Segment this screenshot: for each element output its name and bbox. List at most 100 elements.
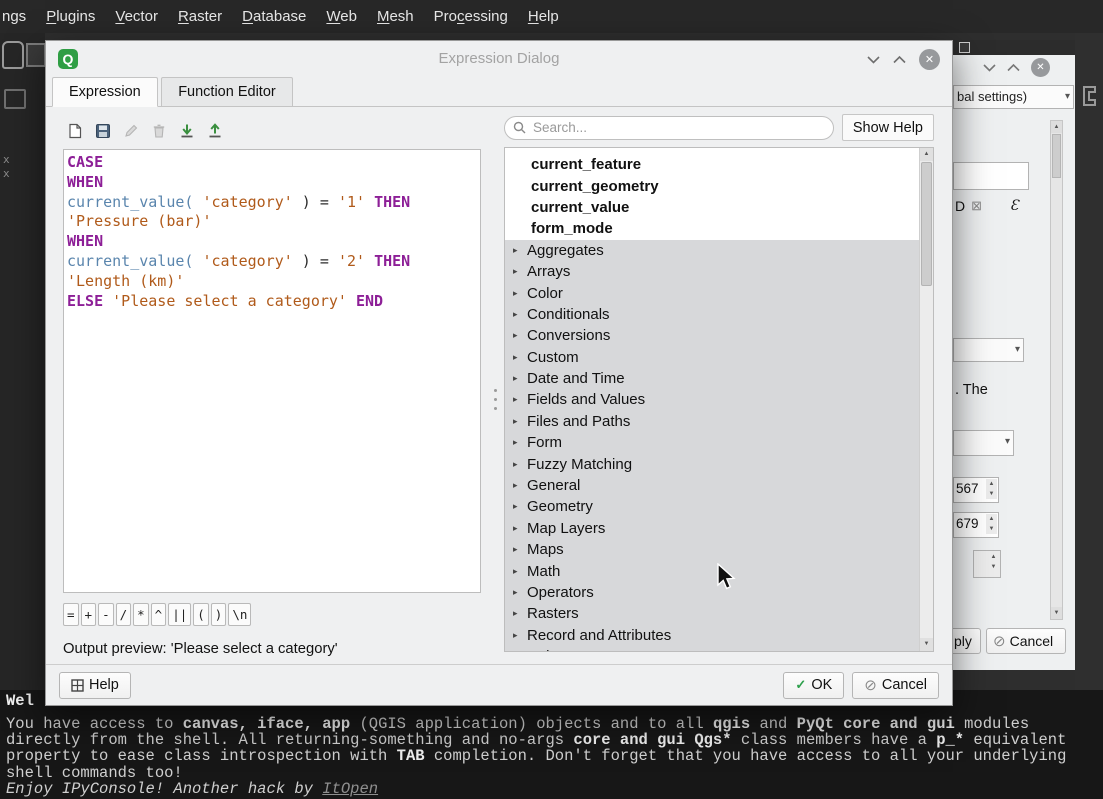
- close-icon[interactable]: ✕: [1031, 58, 1050, 77]
- operator-button[interactable]: ): [211, 603, 227, 626]
- global-settings-dropdown[interactable]: bal settings) ▾: [953, 85, 1074, 109]
- function-group[interactable]: ▸Files and Paths: [505, 411, 920, 432]
- expand-icon: ▸: [513, 416, 527, 427]
- scroll-thumb[interactable]: [921, 162, 932, 286]
- chevron-down-icon[interactable]: [983, 59, 996, 77]
- function-group[interactable]: ▸Geometry: [505, 496, 920, 517]
- tab-function-editor[interactable]: Function Editor: [161, 77, 293, 107]
- unshade-button[interactable]: [893, 51, 906, 69]
- expression-editor[interactable]: CASEWHENcurrent_value( 'category' ) = '1…: [63, 149, 481, 593]
- help-button[interactable]: Help: [59, 672, 131, 699]
- expand-icon: ▸: [513, 352, 527, 363]
- tab-expression[interactable]: Expression: [52, 77, 158, 107]
- operator-button[interactable]: +: [81, 603, 97, 626]
- function-group[interactable]: ▸Arrays: [505, 261, 920, 282]
- background-text-field[interactable]: [953, 162, 1029, 190]
- function-group[interactable]: ▸Map Layers: [505, 518, 920, 539]
- menu-item-help[interactable]: Help: [518, 0, 569, 33]
- shade-button[interactable]: [867, 51, 880, 69]
- menu-item-database[interactable]: Database: [232, 0, 316, 33]
- background-combo[interactable]: ▾: [953, 338, 1024, 362]
- search-icon: [513, 121, 526, 134]
- scroll-down-icon[interactable]: ▼: [1051, 607, 1062, 619]
- delete-expression-button[interactable]: [147, 119, 171, 143]
- cancel-button[interactable]: ⊘ Cancel: [852, 672, 939, 699]
- console-line: directly from the shell. All returning-s…: [6, 732, 1103, 748]
- show-help-button[interactable]: Show Help: [842, 114, 934, 141]
- scroll-thumb[interactable]: [1052, 134, 1061, 178]
- scroll-down-button[interactable]: ▼: [920, 638, 933, 651]
- operator-button[interactable]: *: [133, 603, 149, 626]
- splitter-handle[interactable]: [492, 379, 498, 419]
- apply-button[interactable]: ply: [953, 628, 981, 654]
- operator-button[interactable]: ^: [151, 603, 167, 626]
- function-group[interactable]: ▸Aggregates: [505, 240, 920, 261]
- function-item[interactable]: form_mode: [505, 218, 920, 239]
- background-scrollbar[interactable]: ▲ ▼: [1050, 120, 1063, 620]
- function-group[interactable]: ▸Custom: [505, 347, 920, 368]
- function-group[interactable]: ▸Maps: [505, 539, 920, 560]
- function-group[interactable]: ▸Date and Time: [505, 368, 920, 389]
- menu-item-ngs[interactable]: ngs: [0, 0, 36, 33]
- close-icon: ✕: [925, 53, 934, 66]
- chevron-up-icon[interactable]: [1007, 59, 1020, 77]
- background-combo[interactable]: ▾: [953, 430, 1014, 456]
- function-group[interactable]: ▸Fuzzy Matching: [505, 453, 920, 474]
- function-group[interactable]: ▸String: [505, 646, 920, 651]
- menu-item-mesh[interactable]: Mesh: [367, 0, 424, 33]
- function-group[interactable]: ▸Fields and Values: [505, 389, 920, 410]
- menu-item-raster[interactable]: Raster: [168, 0, 232, 33]
- menu-item-processing[interactable]: Processing: [424, 0, 518, 33]
- operator-button[interactable]: -: [98, 603, 114, 626]
- menu-item-vector[interactable]: Vector: [105, 0, 168, 33]
- expand-icon: ▸: [513, 330, 527, 341]
- operator-button[interactable]: (: [193, 603, 209, 626]
- background-cancel-button[interactable]: ⊘ Cancel: [986, 628, 1066, 654]
- pencil-icon: [123, 123, 139, 139]
- new-expression-button[interactable]: [63, 119, 87, 143]
- import-expressions-button[interactable]: [175, 119, 199, 143]
- menu-item-web[interactable]: Web: [316, 0, 367, 33]
- function-group[interactable]: ▸Record and Attributes: [505, 625, 920, 646]
- function-group[interactable]: ▸Conversions: [505, 325, 920, 346]
- menu-bar: ngsPluginsVectorRasterDatabaseWebMeshPro…: [0, 0, 1103, 33]
- function-group[interactable]: ▸Conditionals: [505, 304, 920, 325]
- ok-button[interactable]: ✓ OK: [783, 672, 844, 699]
- dialog-titlebar[interactable]: Q Expression Dialog ✕: [46, 41, 952, 77]
- close-button[interactable]: ✕: [919, 49, 940, 70]
- function-list-scrollbar[interactable]: ▲ ▼: [919, 148, 933, 651]
- expand-icon: ▸: [513, 309, 527, 320]
- operator-button[interactable]: =: [63, 603, 79, 626]
- console-line: Enjoy IPyConsole! Another hack by ItOpen: [6, 781, 1103, 797]
- edit-expression-button[interactable]: [119, 119, 143, 143]
- export-expressions-button[interactable]: [203, 119, 227, 143]
- scroll-up-button[interactable]: ▲: [920, 148, 933, 161]
- function-group[interactable]: ▸Form: [505, 432, 920, 453]
- search-input[interactable]: [531, 119, 825, 136]
- function-item[interactable]: current_value: [505, 197, 920, 218]
- expand-icon: ▸: [513, 266, 527, 277]
- scroll-up-icon[interactable]: ▲: [1051, 121, 1062, 133]
- menu-item-plugins[interactable]: Plugins: [36, 0, 105, 33]
- clear-field-icon[interactable]: ⊠: [971, 198, 982, 214]
- function-item[interactable]: current_geometry: [505, 175, 920, 196]
- spinbox-arrows[interactable]: ▲▼: [973, 550, 1001, 578]
- cancel-icon: ⊘: [993, 632, 1006, 650]
- expand-icon: ▸: [513, 501, 527, 512]
- operator-button[interactable]: /: [116, 603, 132, 626]
- function-group[interactable]: ▸Operators: [505, 582, 920, 603]
- operator-button[interactable]: \n: [228, 603, 251, 626]
- save-expression-button[interactable]: [91, 119, 115, 143]
- function-group[interactable]: ▸Math: [505, 560, 920, 581]
- function-group[interactable]: ▸Color: [505, 282, 920, 303]
- coordinate-spinbox[interactable]: 679 ▲▼: [953, 512, 999, 538]
- function-group[interactable]: ▸Rasters: [505, 603, 920, 624]
- operator-button[interactable]: ||: [168, 603, 191, 626]
- pan-tool-icon: [2, 41, 24, 69]
- expression-toolbar: [63, 119, 227, 143]
- function-group[interactable]: ▸General: [505, 475, 920, 496]
- function-item[interactable]: current_feature: [505, 154, 920, 175]
- import-arrow-icon: [179, 123, 195, 139]
- code-line: current_value( 'category' ) = '1' THEN: [67, 193, 480, 213]
- coordinate-spinbox[interactable]: 567 ▲▼: [953, 477, 999, 503]
